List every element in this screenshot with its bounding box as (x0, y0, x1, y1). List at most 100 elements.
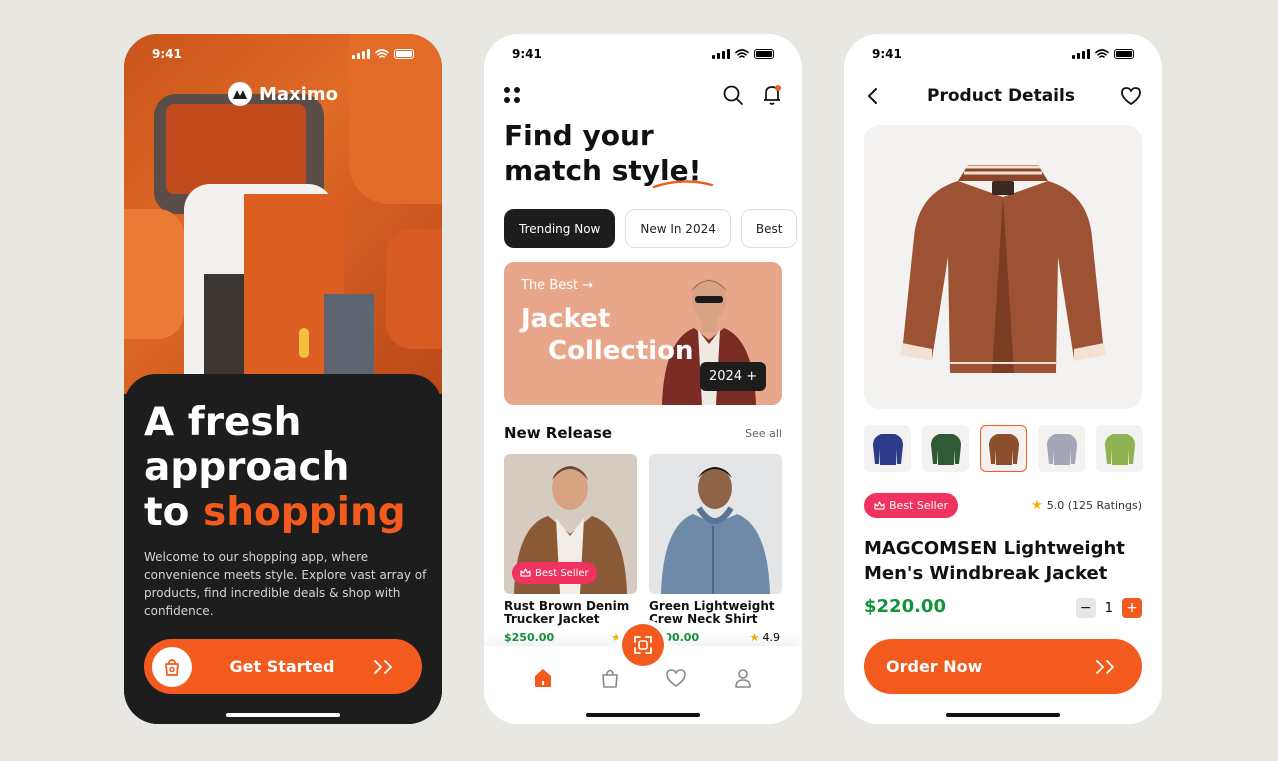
thumb-navy[interactable] (864, 425, 911, 472)
jacket-thumb-image (1046, 433, 1077, 465)
product-title-line-1: MAGCOMSEN Lightweight (864, 538, 1125, 559)
product-rating: 4.9 (762, 631, 781, 644)
headline-line-3: to shopping (144, 490, 406, 535)
new-release-header: New Release See all (504, 424, 782, 442)
banner-kicker: The Best → (521, 278, 594, 293)
bag-icon[interactable] (599, 667, 621, 689)
onboarding-headline: A fresh approach to shopping (144, 400, 406, 535)
thumb-green[interactable] (922, 425, 969, 472)
product-meta: $250.00 ★ 5 (504, 631, 637, 644)
title-underline-swoosh (652, 180, 714, 189)
home-title-line-1: Find your (504, 119, 654, 152)
home-header (504, 82, 782, 108)
chip-new-in-2024[interactable]: New In 2024 (625, 209, 731, 248)
order-now-button[interactable]: Order Now (864, 639, 1142, 694)
best-seller-label: Best Seller (889, 499, 949, 512)
search-icon[interactable] (722, 84, 744, 106)
headline-line-1: A fresh (144, 400, 302, 445)
double-chevron-right-icon (1096, 659, 1114, 674)
brand-name: Maximo (259, 83, 338, 105)
star-icon: ★ (611, 631, 621, 644)
banner-year-badge: 2024 + (700, 362, 767, 391)
signal-icon (1072, 49, 1090, 59)
brand: Maximo (124, 82, 442, 106)
promo-banner[interactable]: The Best → Jacket Collection 2024 + (504, 262, 782, 405)
heart-icon[interactable] (665, 667, 687, 689)
product-title: MAGCOMSEN Lightweight Men's Windbreak Ja… (864, 536, 1125, 586)
section-title: New Release (504, 424, 613, 442)
thumb-grey[interactable] (1038, 425, 1085, 472)
crown-icon (520, 568, 531, 577)
rating: ★ 5.0 (125 Ratings) (1031, 498, 1142, 513)
wifi-icon (1095, 49, 1109, 58)
welcome-text: Welcome to our shopping app, where conve… (144, 550, 427, 618)
see-all-link[interactable]: See all (745, 427, 782, 440)
headline-accent-word: shopping (203, 490, 406, 535)
thumb-lime[interactable] (1096, 425, 1143, 472)
home-indicator (586, 713, 700, 717)
battery-icon (754, 49, 774, 59)
product-price: $250.00 (504, 631, 555, 644)
jacket-thumb-image (872, 433, 903, 465)
details-meta-row: Best Seller ★ 5.0 (125 Ratings) (864, 493, 1142, 518)
profile-icon[interactable] (732, 667, 754, 689)
product-image: Best Seller (504, 454, 637, 594)
product-name-line-2: Crew Neck Shirt (649, 612, 758, 626)
double-chevron-right-icon (374, 659, 392, 674)
home-indicator (946, 713, 1060, 717)
jacket-thumb-image (988, 433, 1019, 465)
back-chevron-icon[interactable] (864, 86, 882, 106)
battery-icon (1114, 49, 1134, 59)
product-name: Green Lightweight Crew Neck Shirt (649, 600, 782, 626)
maximo-logo-icon (228, 82, 253, 106)
details-header: Product Details (864, 82, 1142, 110)
banner-title-line-1: Jacket (521, 304, 611, 334)
jacket-thumb-image (930, 433, 961, 465)
qty-increment-button[interactable]: + (1122, 598, 1142, 618)
chip-trending-now[interactable]: Trending Now (504, 209, 616, 248)
home-indicator (226, 713, 340, 717)
phone-product-details: 9:41 Product Details Best Seller ★ 5.0 (… (844, 34, 1162, 724)
product-name-line-2: Trucker Jacket (504, 612, 600, 626)
qty-value: 1 (1104, 600, 1113, 616)
headline-line-2: approach (144, 445, 350, 490)
jacket-thumb-image (1104, 433, 1135, 465)
model-image (649, 454, 782, 594)
product-meta: $200.00 ★ 4.9 (649, 631, 782, 644)
get-started-button[interactable]: Get Started (144, 639, 422, 694)
product-card-green-crew[interactable]: Green Lightweight Crew Neck Shirt $200.0… (649, 454, 782, 644)
best-seller-label: Best Seller (535, 567, 589, 579)
product-main-image (864, 125, 1142, 409)
status-bar: 9:41 (124, 34, 442, 74)
phone-onboarding: 9:41 Maximo A fresh approach to shopping… (124, 34, 442, 724)
battery-icon (394, 49, 414, 59)
home-icon[interactable] (532, 667, 554, 689)
qty-decrement-button[interactable]: − (1075, 598, 1096, 618)
best-seller-badge: Best Seller (864, 493, 959, 518)
signal-icon (712, 49, 730, 59)
star-icon: ★ (749, 631, 760, 644)
chip-best[interactable]: Best (740, 209, 798, 248)
color-thumbnails (864, 425, 1143, 472)
order-now-label: Order Now (886, 657, 983, 676)
scan-icon (634, 636, 652, 654)
category-chips: Trending Now New In 2024 Best (504, 209, 798, 248)
signal-icon (352, 49, 370, 59)
banner-title-line-2: Collection (548, 336, 694, 366)
status-time: 9:41 (152, 47, 182, 61)
status-time: 9:41 (512, 47, 542, 61)
product-card-rust-denim[interactable]: Best Seller Rust Brown Denim Trucker Jac… (504, 454, 637, 644)
favorite-heart-icon[interactable] (1120, 86, 1142, 106)
thumb-brown-selected[interactable] (980, 425, 1027, 472)
status-time: 9:41 (872, 47, 902, 61)
notification-bell-icon[interactable] (762, 84, 782, 106)
best-seller-badge: Best Seller (512, 562, 597, 584)
get-started-label: Get Started (229, 657, 335, 676)
phone-home: 9:41 Find your match style! Trending Now… (484, 34, 802, 724)
product-title-line-2: Men's Windbreak Jacket (864, 563, 1108, 584)
headline-line-3-prefix: to (144, 490, 204, 535)
scan-button[interactable] (622, 624, 664, 666)
shopping-bag-icon (152, 646, 192, 687)
status-bar: 9:41 (484, 34, 802, 74)
menu-dots-icon[interactable] (504, 87, 520, 103)
